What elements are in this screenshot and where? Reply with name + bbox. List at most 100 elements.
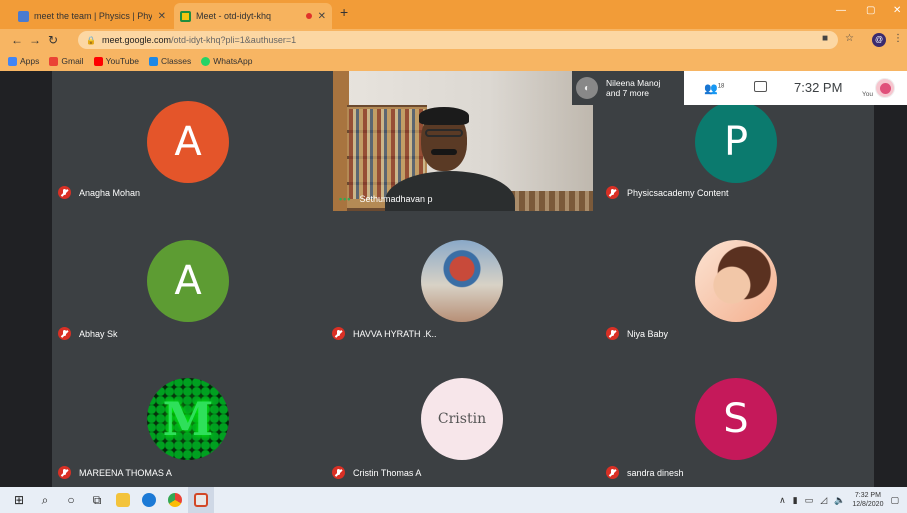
avatar: S (695, 378, 777, 460)
participant-tile-anagha[interactable]: A Anagha Mohan (52, 71, 320, 207)
tab-meet[interactable]: Meet - otd-idyt-khq ✕ (174, 3, 332, 29)
address-bar[interactable]: 🔒 meet.google.com /otd-idyt-khq?pli=1&au… (78, 31, 838, 49)
classes-icon (148, 56, 158, 66)
browser-toolbar: ← → ↻ 🔒 meet.google.com /otd-idyt-khq?pl… (0, 29, 907, 51)
participant-name: Anagha Mohan (79, 187, 141, 198)
camera-in-use-icon[interactable]: ■ (822, 33, 828, 44)
video-person-mustache (431, 149, 457, 155)
avatar: Cristin (421, 378, 503, 460)
participant-name: Abhay Sk (79, 328, 118, 339)
search-icon[interactable]: ⌕ (32, 487, 58, 513)
meeting-info-bar: ◐ Nileena Manoj and 7 more 👥18 7:32 PM Y… (572, 71, 907, 105)
speaker-video-tile[interactable]: ••• Sethumadhavan p (333, 71, 593, 211)
participant-name: Cristin Thomas A (353, 467, 422, 478)
participant-tile-niya[interactable]: Niya Baby (600, 212, 868, 348)
participant-label: Physicsacademy Content (606, 186, 729, 199)
profile-avatar[interactable]: @ (872, 33, 886, 47)
volume-icon[interactable]: 🔈 (834, 495, 845, 506)
chevron-up-icon[interactable]: ∧ (779, 495, 786, 506)
new-tab-button[interactable]: + (340, 4, 348, 20)
participant-tile-sandra[interactable]: S sandra dinesh (600, 351, 868, 487)
notification-icon[interactable]: ▢ (890, 495, 899, 506)
tray-date: 12/8/2020 (852, 501, 884, 508)
forward-arrow-icon[interactable]: → (26, 33, 44, 47)
bookmark-star-icon[interactable]: ☆ (845, 33, 854, 44)
mic-off-icon (606, 186, 619, 199)
participant-label: MAREENA THOMAS A (58, 466, 172, 479)
participant-tile-abhay[interactable]: A Abhay Sk (52, 212, 320, 348)
minimize-button[interactable]: — (836, 5, 846, 16)
mic-off-icon (58, 466, 71, 479)
others-more: and 7 more (606, 88, 649, 98)
speaking-indicator-icon: ••• (339, 194, 352, 204)
avatar: P (695, 101, 777, 183)
system-tray: ∧ ▮ ▭ ◿ 🔈 7:32 PM 12/8/2020 ▢ (779, 487, 899, 513)
mic-off-icon (606, 327, 619, 340)
tab-physics[interactable]: meet the team | Physics | Physi ✕ (12, 3, 172, 29)
url-path: /otd-idyt-khq?pli=1&authuser=1 (171, 35, 297, 45)
recording-dot-icon (305, 13, 312, 19)
whatsapp-icon (201, 56, 211, 66)
bookmark-classes[interactable]: Classes (148, 56, 191, 66)
avatar-photo: M (147, 378, 229, 460)
meet-favicon-icon (180, 10, 191, 22)
cortana-icon[interactable]: ○ (58, 487, 84, 513)
back-arrow-icon[interactable]: ← (8, 33, 26, 47)
participant-name: HAVVA HYRATH .K.. (353, 328, 437, 339)
participant-tile-mareena[interactable]: M MAREENA THOMAS A (52, 351, 320, 487)
menu-kebab-icon[interactable]: ⋮ (893, 33, 903, 44)
participant-name: Niya Baby (627, 328, 669, 339)
usb-icon[interactable]: ▮ (793, 495, 798, 506)
participant-name: sandra dinesh (627, 467, 684, 478)
close-window-button[interactable]: ✕ (893, 5, 901, 16)
participant-label: sandra dinesh (606, 466, 684, 479)
meeting-clock: 7:32 PM (794, 80, 843, 95)
chrome-icon[interactable] (162, 487, 188, 513)
participant-label: Anagha Mohan (58, 186, 140, 199)
participant-name: Sethumadhavan p (359, 194, 433, 204)
close-tab-icon[interactable]: ✕ (158, 11, 166, 22)
windows-taskbar: ⊞ ⌕ ○ ⧉ ∧ ▮ ▭ ◿ 🔈 7:32 PM 12/8/2020 ▢ (0, 487, 907, 513)
battery-icon[interactable]: ▭ (805, 495, 814, 506)
self-avatar[interactable] (875, 78, 895, 98)
file-explorer-icon[interactable] (110, 487, 136, 513)
close-tab-icon[interactable]: ✕ (318, 11, 326, 22)
edge-icon[interactable] (136, 487, 162, 513)
mic-off-icon (332, 466, 345, 479)
maximize-button[interactable]: ▢ (866, 5, 875, 16)
bookmark-gmail[interactable]: Gmail (49, 56, 84, 66)
bookmark-whatsapp[interactable]: WhatsApp (201, 56, 252, 66)
task-view-icon[interactable]: ⧉ (84, 487, 110, 513)
participant-tile-cristin[interactable]: Cristin Cristin Thomas A (326, 351, 594, 487)
avatar: A (147, 240, 229, 322)
participant-tile-havva[interactable]: HAVVA HYRATH .K.. (326, 212, 594, 348)
tab-title: meet the team | Physics | Physi (34, 11, 152, 21)
mic-off-icon (332, 327, 345, 340)
windows-start-icon[interactable]: ⊞ (6, 487, 32, 513)
participant-name: Physicsacademy Content (627, 187, 729, 198)
bookmarks-bar: Apps Gmail YouTube Classes WhatsApp (0, 51, 907, 71)
others-text: Nileena Manoj and 7 more (606, 78, 660, 98)
tab-title: Meet - otd-idyt-khq (196, 11, 272, 21)
people-icon[interactable]: 👥18 (704, 82, 724, 95)
chat-icon[interactable] (754, 81, 767, 92)
participant-label: Cristin Thomas A (332, 466, 421, 479)
apps-grid-icon (8, 56, 17, 66)
you-label: You (862, 91, 873, 98)
others-name: Nileena Manoj (606, 78, 661, 88)
reload-icon[interactable]: ↻ (44, 33, 62, 47)
bookmark-youtube[interactable]: YouTube (93, 56, 139, 66)
participant-label: Niya Baby (606, 327, 668, 340)
video-rack (509, 191, 593, 211)
word-icon[interactable] (188, 487, 214, 513)
system-clock[interactable]: 7:32 PM 12/8/2020 (852, 491, 883, 509)
bookmark-apps[interactable]: Apps (8, 56, 39, 66)
url-host: meet.google.com (101, 35, 172, 45)
participant-label: Abhay Sk (58, 327, 118, 340)
avatar-photo (695, 240, 777, 322)
others-preview[interactable]: ◐ Nileena Manoj and 7 more (572, 71, 684, 105)
mic-off-icon (58, 327, 71, 340)
speaker-label: ••• Sethumadhavan p (339, 194, 433, 204)
avatar-letter: M (162, 392, 214, 446)
network-icon[interactable]: ◿ (820, 495, 827, 506)
